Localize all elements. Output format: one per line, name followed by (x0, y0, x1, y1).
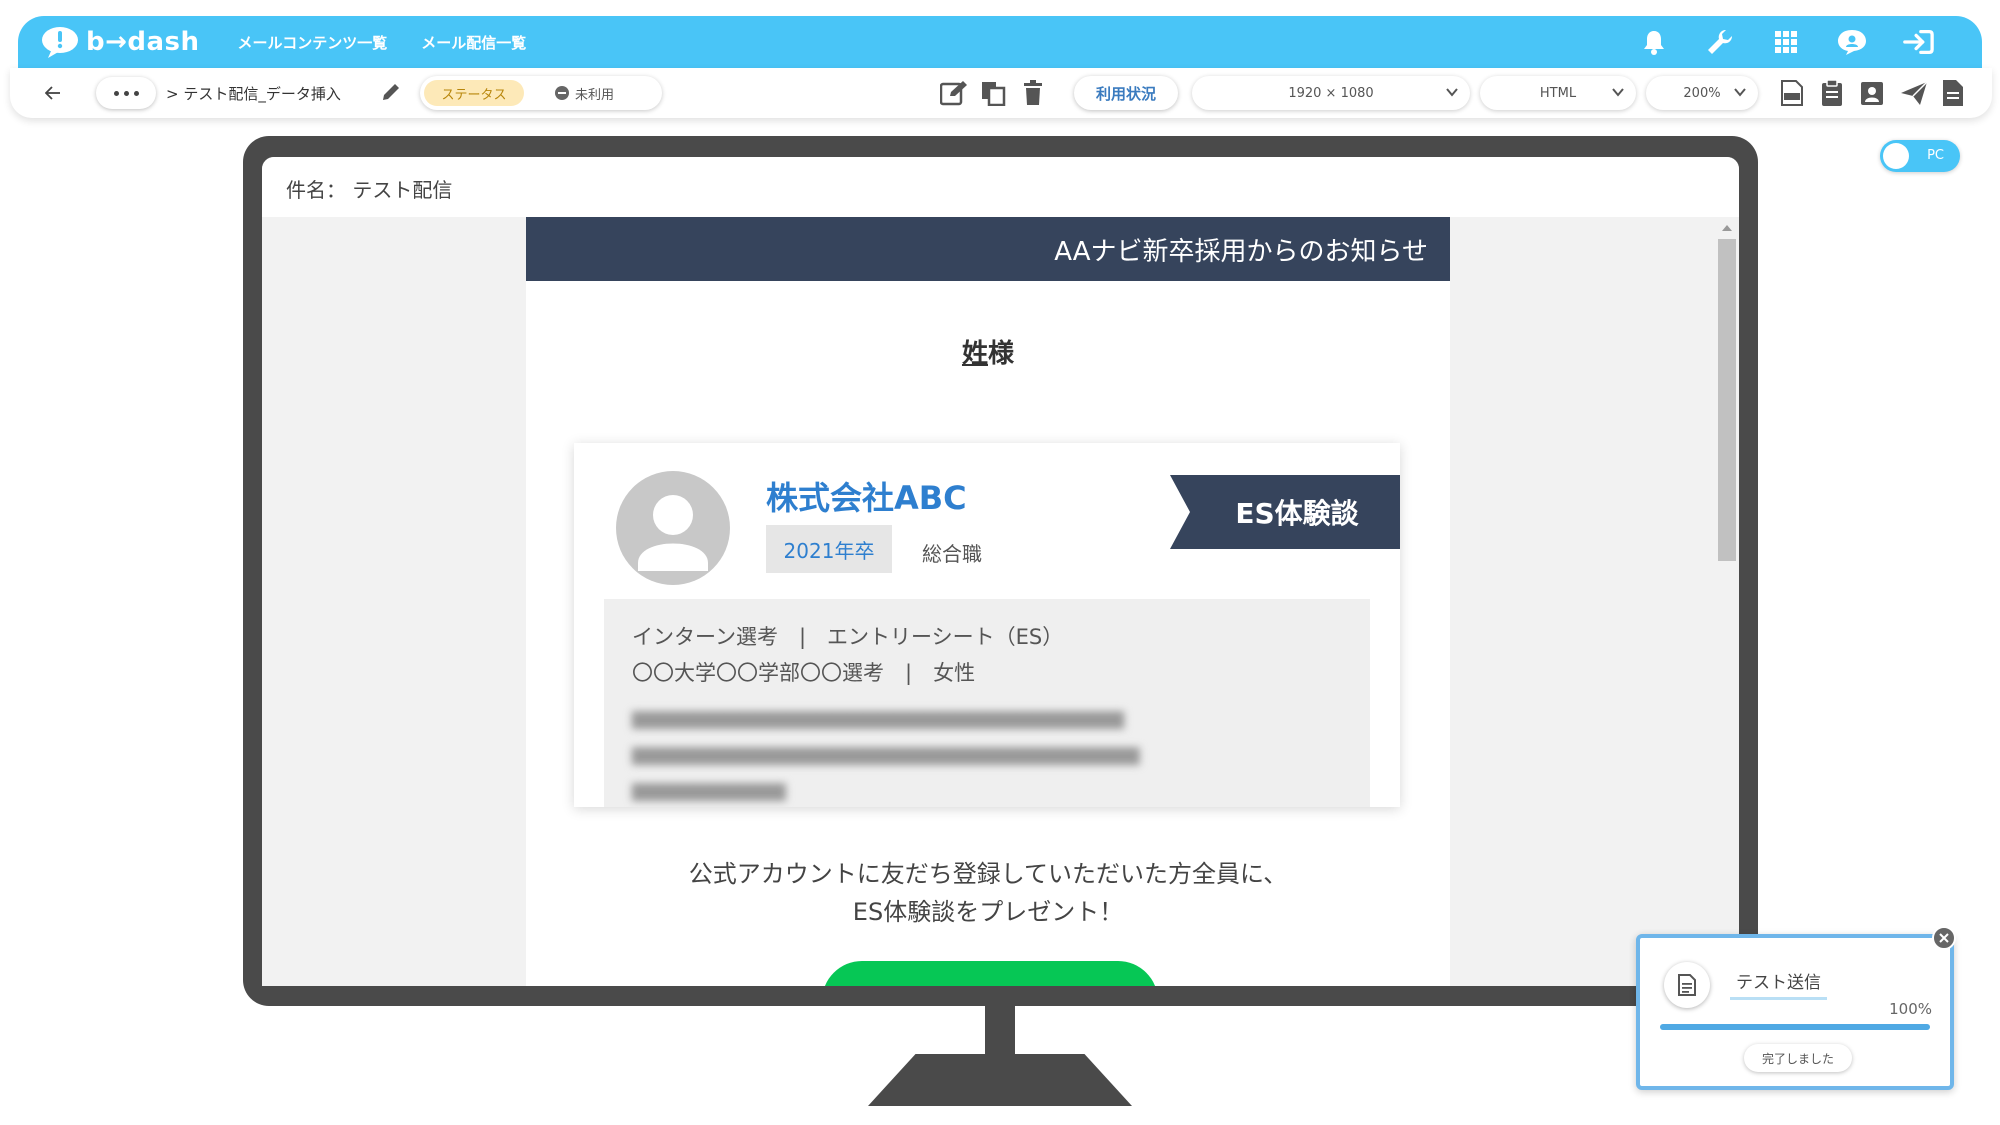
toast-percent: 100% (1889, 1000, 1932, 1018)
scroll-up-arrow-icon[interactable] (1722, 225, 1732, 231)
pc-view-toggle[interactable]: PC (1880, 140, 1960, 172)
nav-mail-contents[interactable]: メールコンテンツ一覧 (238, 32, 388, 53)
minus-circle-icon (555, 86, 569, 100)
logo-bubble-icon (40, 25, 80, 59)
email-header-banner: AAナビ新卒採用からのお知らせ (526, 217, 1450, 281)
send-icon[interactable] (1900, 79, 1928, 107)
status-value-text: 未利用 (575, 87, 615, 103)
add-friend-button[interactable]: 今すぐ友だち登録 (822, 961, 1158, 986)
detail-university: 〇〇大学〇〇学部〇〇選考 | 女性 (632, 661, 976, 685)
resolution-select[interactable]: 1920 × 1080 (1192, 76, 1470, 110)
status-label[interactable]: ステータス (424, 80, 524, 106)
logo-text: b→dash (86, 27, 200, 57)
pencil-icon[interactable] (380, 81, 404, 105)
wrench-icon[interactable] (1704, 26, 1736, 58)
job-type: 総合職 (922, 542, 982, 566)
breadcrumb: > テスト配信_データ挿入 (166, 85, 341, 103)
detail-selection-type: インターン選考 | エントリーシート（ES） (632, 625, 1064, 649)
detail-box: インターン選考 | エントリーシート（ES） 〇〇大学〇〇学部〇〇選考 | 女性… (604, 599, 1370, 807)
promo-message: 公式アカウントに友だち登録していただいた方全員に、 ES体験談をプレゼント！ (526, 855, 1450, 931)
preview-scrollbar[interactable] (1714, 217, 1739, 986)
preview-screen: 件名： テスト配信 AAナビ新卒採用からのお知らせ 姓様 株式会社ABC 202… (262, 157, 1739, 986)
email-header-text: AAナビ新卒採用からのお知らせ (1054, 236, 1428, 267)
logout-icon[interactable] (1902, 26, 1934, 58)
email-subject: 件名： テスト配信 (286, 178, 453, 202)
chevron-down-icon (1734, 88, 1746, 97)
user-badge-icon[interactable] (1836, 26, 1868, 58)
es-experience-tag: ES体験談 (1170, 475, 1400, 549)
greeting-sei: 姓 (961, 339, 988, 369)
document-send-icon (1664, 962, 1710, 1008)
format-select[interactable]: HTML (1480, 76, 1636, 110)
blurred-text: ▆▆▆▆▆▆▆▆▆▆▆▆▆▆▆▆▆▆▆▆▆▆▆▆▆▆▆▆▆▆▆▆ ▆▆▆▆▆▆▆▆… (632, 705, 1140, 801)
status-toggle[interactable]: ステータス 未利用 (420, 76, 662, 110)
subject-bar: 件名： テスト配信 (262, 157, 1739, 217)
html-file-icon[interactable] (1780, 79, 1806, 107)
top-navigation-bar: b→dash メールコンテンツ一覧 メール配信一覧 (18, 16, 1982, 68)
more-options-button[interactable] (96, 77, 156, 109)
document-icon[interactable] (1942, 79, 1968, 107)
zoom-select[interactable]: 200% (1646, 76, 1758, 110)
contact-card-icon[interactable] (1860, 79, 1886, 107)
resolution-value: 1920 × 1080 (1288, 85, 1374, 101)
toggle-knob (1883, 143, 1909, 169)
es-experience-card: 株式会社ABC 2021年卒 総合職 ES体験談 インターン選考 | エントリー… (574, 443, 1400, 807)
format-value: HTML (1539, 85, 1577, 101)
pc-toggle-label: PC (1927, 148, 1944, 163)
company-name[interactable]: 株式会社ABC (766, 473, 967, 519)
monitor-frame: 件名： テスト配信 AAナビ新卒採用からのお知らせ 姓様 株式会社ABC 202… (243, 136, 1758, 1006)
close-icon[interactable] (1932, 926, 1956, 950)
email-body: AAナビ新卒採用からのお知らせ 姓様 株式会社ABC 2021年卒 総合職 ES… (526, 217, 1450, 986)
promo-line-1: 公式アカウントに友だち登録していただいた方全員に、 (688, 860, 1288, 888)
grid-apps-icon[interactable] (1770, 26, 1802, 58)
usage-status-button[interactable]: 利用状況 (1074, 76, 1178, 110)
completed-button[interactable]: 完了しました (1744, 1044, 1852, 1072)
greeting-suffix: 様 (988, 339, 1015, 369)
copy-icon[interactable] (980, 80, 1006, 107)
monitor-stand-neck (985, 1005, 1015, 1060)
edit-icon[interactable] (939, 80, 967, 106)
avatar-placeholder-icon (616, 471, 730, 585)
promo-line-2: ES体験談をプレゼント！ (852, 898, 1124, 926)
greeting: 姓様 (526, 333, 1450, 370)
zoom-value: 200% (1683, 85, 1721, 101)
progress-bar (1660, 1024, 1930, 1030)
trash-icon[interactable] (1022, 80, 1048, 106)
bdash-logo[interactable]: b→dash (40, 25, 200, 59)
toast-title: テスト送信 (1730, 968, 1827, 1000)
progress-fill (1660, 1024, 1930, 1030)
graduation-year-badge: 2021年卒 (766, 525, 892, 573)
chevron-down-icon (1612, 88, 1624, 97)
monitor-stand-base (868, 1054, 1132, 1106)
clipboard-icon[interactable] (1820, 79, 1846, 107)
bell-icon[interactable] (1638, 26, 1670, 58)
editor-toolbar: > テスト配信_データ挿入 ステータス 未利用 利用状況 1920 × 1080… (10, 68, 1992, 118)
chevron-down-icon (1446, 88, 1458, 97)
arrow-left-icon[interactable] (40, 80, 66, 106)
status-value[interactable]: 未利用 (555, 76, 614, 110)
nav-mail-delivery[interactable]: メール配信一覧 (421, 32, 526, 53)
scroll-thumb[interactable] (1718, 239, 1736, 561)
test-send-toast: テスト送信 100% 完了しました (1636, 934, 1954, 1090)
